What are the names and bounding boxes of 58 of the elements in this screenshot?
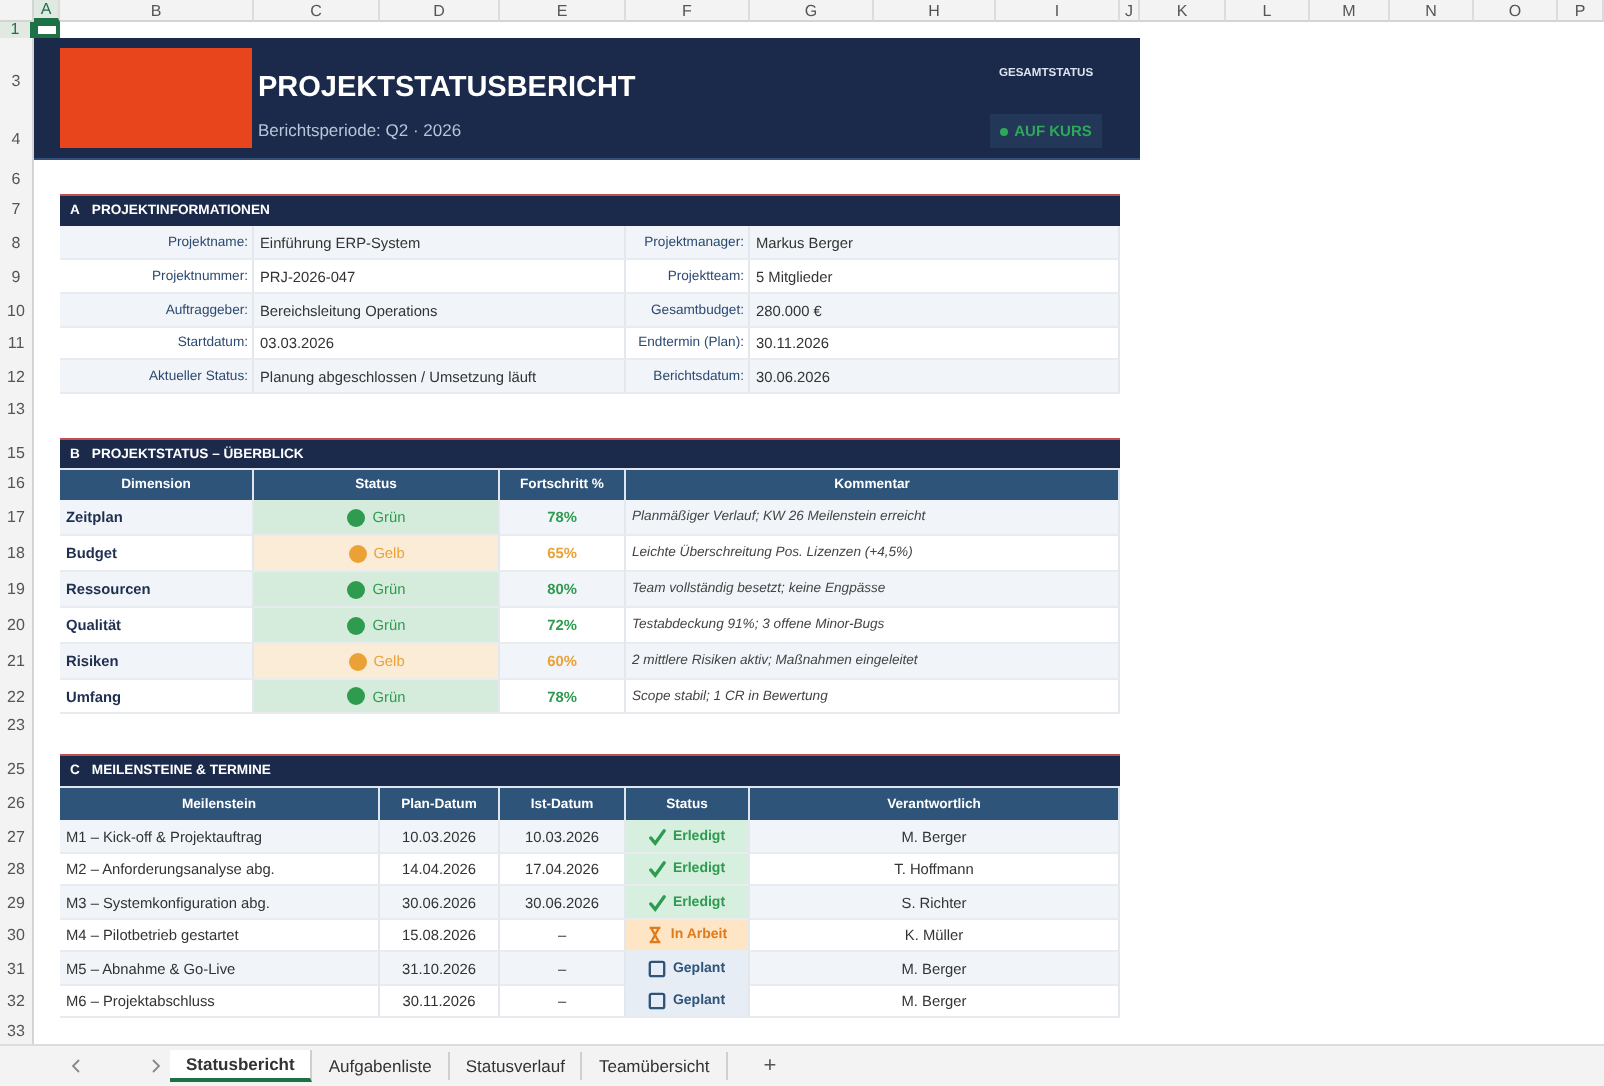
row-header[interactable]: 6	[0, 166, 34, 194]
add-sheet-button[interactable]: +	[755, 1054, 785, 1078]
row-header[interactable]: 7	[0, 194, 34, 226]
row-header[interactable]: 25	[0, 754, 34, 786]
row-header[interactable]: 26	[0, 786, 34, 820]
row-header[interactable]: 19	[0, 572, 34, 608]
selected-cell[interactable]	[34, 22, 60, 38]
column-header[interactable]: G	[750, 0, 874, 22]
sheet-tab[interactable]: Statusbericht	[170, 1050, 313, 1082]
column-header[interactable]: J	[1120, 0, 1140, 22]
row-header[interactable]: 18	[0, 536, 34, 572]
row-header[interactable]: 30	[0, 920, 34, 952]
column-header[interactable]: H	[874, 0, 996, 22]
row-header[interactable]: 23	[0, 714, 34, 738]
previous-sheet-icon[interactable]	[70, 1058, 82, 1074]
row-header[interactable]: 31	[0, 952, 34, 986]
row-header[interactable]: 22	[0, 680, 34, 714]
column-header[interactable]: E	[500, 0, 626, 22]
report-period: Berichtsperiode: Q2 · 2026	[258, 120, 462, 140]
row-header[interactable]: 33	[0, 1018, 34, 1044]
column-header[interactable]: I	[996, 0, 1120, 22]
sheet-tab[interactable]: Aufgabenliste	[312, 1052, 450, 1080]
column-header[interactable]: A	[34, 0, 60, 22]
checkbox-icon	[648, 959, 667, 977]
column-header[interactable]: M	[1310, 0, 1390, 22]
row-header[interactable]: 3	[0, 44, 34, 120]
column-header[interactable]: P	[1558, 0, 1604, 22]
row-header[interactable]: 10	[0, 294, 34, 328]
hourglass-icon	[646, 926, 665, 944]
next-sheet-icon[interactable]	[150, 1058, 162, 1074]
row-header[interactable]: 1	[0, 22, 34, 38]
sheet-tab[interactable]: Statusverlauf	[449, 1052, 583, 1080]
column-header[interactable]: O	[1474, 0, 1558, 22]
column-header[interactable]: B	[60, 0, 254, 22]
row-header[interactable]: 9	[0, 260, 34, 294]
column-header[interactable]: D	[380, 0, 500, 22]
checkbox-icon	[648, 992, 667, 1010]
row-header[interactable]: 4	[0, 120, 34, 160]
row-header[interactable]: 13	[0, 394, 34, 424]
row-header[interactable]: 29	[0, 886, 34, 920]
row-header[interactable]: 12	[0, 360, 34, 394]
row-header[interactable]: 16	[0, 468, 34, 500]
column-header[interactable]: N	[1390, 0, 1474, 22]
row-header[interactable]: 17	[0, 500, 34, 536]
row-header[interactable]: 21	[0, 644, 34, 680]
row-header[interactable]: 32	[0, 986, 34, 1018]
column-header[interactable]: C	[254, 0, 380, 22]
row-header[interactable]: 15	[0, 438, 34, 468]
report-title: PROJEKTSTATUSBERICHT	[258, 72, 636, 104]
row-header[interactable]: 8	[0, 226, 34, 260]
column-header[interactable]: K	[1140, 0, 1226, 22]
row-header[interactable]: 27	[0, 820, 34, 854]
sheet-tab[interactable]: Teamübersicht	[582, 1052, 728, 1080]
column-header[interactable]: F	[626, 0, 750, 22]
column-header[interactable]: L	[1226, 0, 1310, 22]
row-header[interactable]: 11	[0, 328, 34, 360]
row-header[interactable]: 28	[0, 854, 34, 886]
row-header[interactable]: 20	[0, 608, 34, 644]
